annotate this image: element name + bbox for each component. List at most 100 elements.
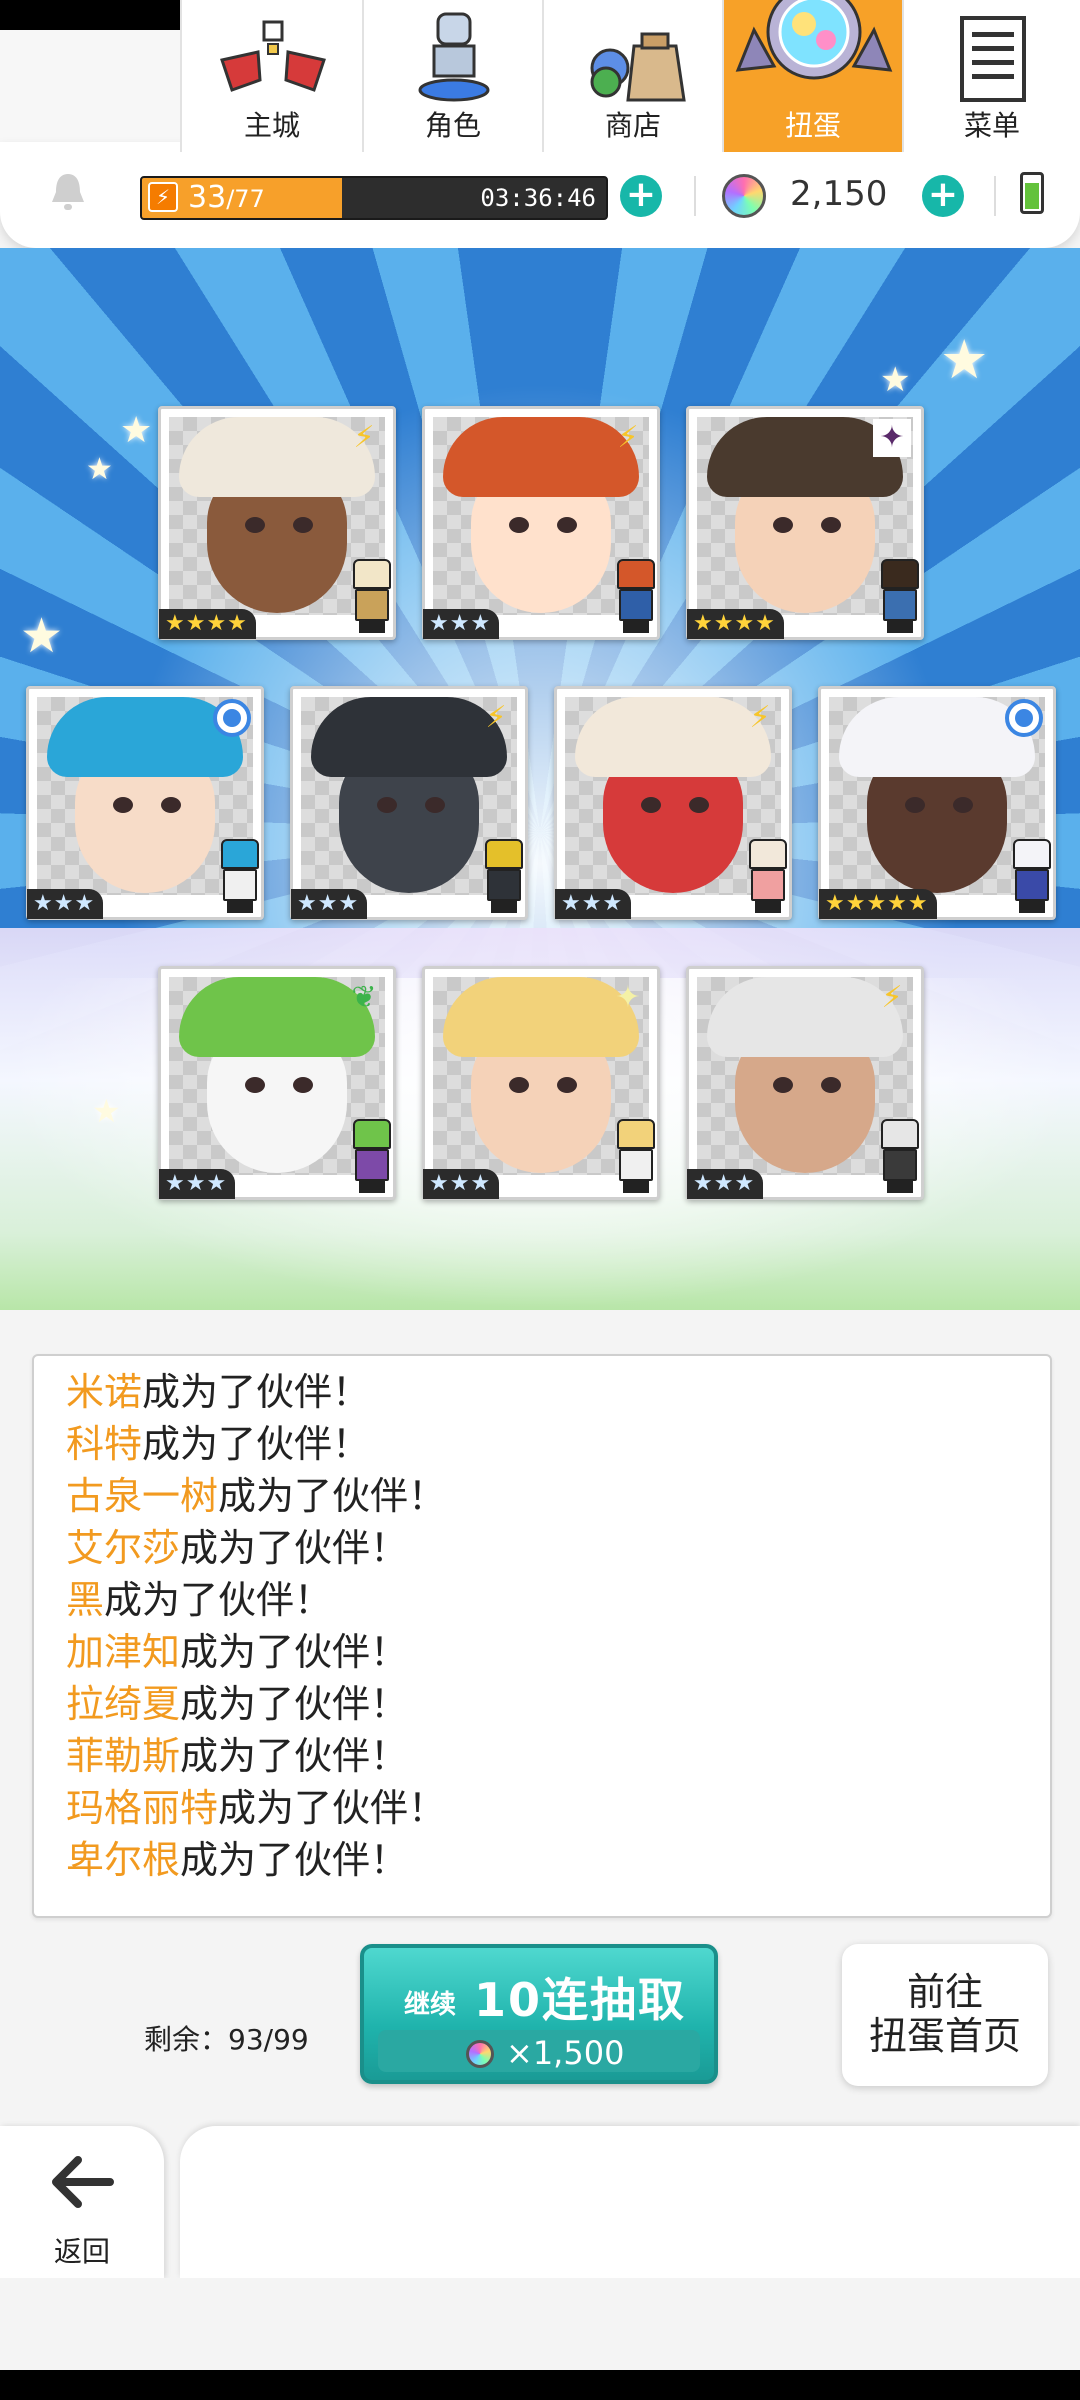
sprite-head (749, 839, 787, 869)
pixel-sprite (871, 559, 929, 633)
gacha-orb-icon (735, 0, 893, 80)
nav-item-shop[interactable]: 商店 (542, 0, 722, 152)
character-card[interactable]: ✦ ★★★★ (686, 406, 924, 640)
portrait-eye (773, 517, 793, 533)
gem-icon (722, 174, 766, 218)
back-arrow-icon (52, 2156, 114, 2208)
lightning-element-icon: ⚡ (485, 700, 507, 735)
log-line: 拉绮夏成为了伙伴！ (66, 1678, 408, 1730)
character-icon (418, 12, 490, 102)
pull-prefix: 继续 (404, 1990, 457, 2020)
character-card[interactable]: ⚡ ★★★ (290, 686, 528, 920)
log-suffix: 成为了伙伴！ (218, 1474, 447, 1518)
sparkle-star-icon: ★ (880, 360, 911, 400)
character-name: 米诺 (66, 1370, 143, 1414)
sprite-legs (755, 899, 781, 913)
dark-element-icon: ✦ (873, 419, 911, 457)
water-element-icon (213, 699, 251, 737)
town-icon (220, 20, 326, 92)
sprite-body (751, 869, 785, 901)
gem-icon (466, 2040, 494, 2068)
portrait-eye (773, 1077, 793, 1093)
sprite-legs (887, 1179, 913, 1193)
remaining-count: 剩余：93/99 (144, 2023, 309, 2056)
character-card[interactable]: ⚡ ★★★ (422, 406, 660, 640)
character-name: 艾尔莎 (66, 1526, 181, 1570)
go-to-gacha-home-button[interactable]: 前往 扭蛋首页 (842, 1944, 1048, 2086)
log-line: 玛格丽特成为了伙伴！ (66, 1782, 446, 1834)
character-card[interactable]: ✦ ★★★ (422, 966, 660, 1200)
bottom-spacer (0, 2278, 1080, 2370)
pixel-sprite (607, 1119, 665, 1193)
character-card[interactable]: ❦ ★★★ (158, 966, 396, 1200)
sprite-legs (1019, 899, 1045, 913)
portrait-eye (245, 1077, 265, 1093)
nav-item-gacha[interactable]: 扭蛋 (722, 0, 902, 152)
back-button[interactable]: 返回 (0, 2126, 164, 2278)
go-line1: 前往 (906, 1970, 983, 2014)
portrait-eye (509, 1077, 529, 1093)
portrait-eye (509, 517, 529, 533)
sprite-body (883, 589, 917, 621)
nav-label: 角色 (424, 109, 481, 142)
nav-item-characters[interactable]: 角色 (362, 0, 542, 152)
portrait-eye (293, 1077, 313, 1093)
portrait-eye (293, 517, 313, 533)
stamina-timer: 03:36:46 (480, 184, 596, 212)
log-line: 艾尔莎成为了伙伴！ (66, 1522, 408, 1574)
nav-label: 菜单 (963, 109, 1020, 142)
go-line2: 扭蛋首页 (868, 2014, 1021, 2058)
log-suffix: 成为了伙伴！ (180, 1526, 409, 1570)
character-card[interactable]: ⚡ ★★★ (686, 966, 924, 1200)
pull-label: 10连抽取 (474, 1973, 687, 2027)
log-line: 科特成为了伙伴！ (66, 1418, 370, 1470)
stamina-current: 33 (188, 180, 227, 215)
add-stamina-button[interactable]: + (620, 175, 662, 217)
sprite-head (881, 559, 919, 589)
character-card[interactable]: ⚡ ★★★★ (158, 406, 396, 640)
log-line: 黑成为了伙伴！ (66, 1574, 332, 1626)
log-suffix: 成为了伙伴！ (142, 1422, 371, 1466)
log-suffix: 成为了伙伴！ (180, 1734, 409, 1778)
pixel-sprite (343, 1119, 401, 1193)
portrait-hair (839, 697, 1035, 777)
portrait-eye (377, 797, 397, 813)
character-name: 卑尔根 (66, 1838, 181, 1882)
sparkle-star-icon: ★ (86, 452, 113, 487)
divider (694, 176, 696, 216)
stamina-text: 33/77 (188, 180, 265, 217)
sprite-head (881, 1119, 919, 1149)
character-name: 加津知 (66, 1630, 181, 1674)
character-card[interactable]: ★★★ (26, 686, 264, 920)
gem-count: 2,150 (790, 174, 888, 214)
portrait-eye (953, 797, 973, 813)
log-suffix: 成为了伙伴！ (180, 1838, 409, 1882)
bell-icon[interactable] (48, 170, 88, 214)
sprite-legs (227, 899, 253, 913)
pixel-sprite (871, 1119, 929, 1193)
acquisition-log: 米诺成为了伙伴！ 科特成为了伙伴！ 古泉一树成为了伙伴！ 艾尔莎成为了伙伴！ 黑成为了伙… (32, 1354, 1052, 1918)
portrait-eye (689, 797, 709, 813)
stamina-bolt-icon: ⚡ (148, 182, 178, 212)
lightning-element-icon: ⚡ (881, 980, 903, 1015)
character-name: 玛格丽特 (66, 1786, 219, 1830)
nav-label: 商店 (604, 109, 661, 142)
character-card[interactable]: ⚡ ★★★ (554, 686, 792, 920)
nav-item-town[interactable]: 主城 (180, 0, 362, 152)
add-gems-button[interactable]: + (922, 175, 964, 217)
bottom-nav (180, 2126, 1080, 2278)
rarity-stars: ★★★ (291, 889, 368, 919)
nav-label: 扭蛋 (784, 109, 841, 142)
continue-10-pull-button[interactable]: 继续 10连抽取 ×1,500 (360, 1944, 718, 2084)
pixel-sprite (475, 839, 533, 913)
sprite-legs (623, 619, 649, 633)
nav-item-menu[interactable]: 菜单 (902, 0, 1080, 152)
pixel-sprite (739, 839, 797, 913)
log-line: 菲勒斯成为了伙伴！ (66, 1730, 408, 1782)
portrait-eye (245, 517, 265, 533)
sparkle-star-icon: ★ (92, 1092, 121, 1130)
lightning-element-icon: ⚡ (617, 420, 639, 455)
character-card[interactable]: ★★★★★ (818, 686, 1056, 920)
portrait-eye (821, 517, 841, 533)
portrait-eye (641, 797, 661, 813)
